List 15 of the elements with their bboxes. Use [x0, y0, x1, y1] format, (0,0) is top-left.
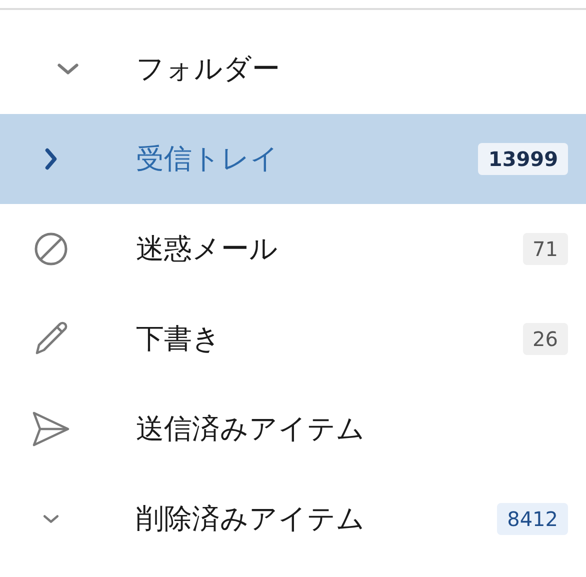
folder-name: 迷惑メール [136, 231, 278, 267]
count-badge: 8412 [497, 503, 568, 535]
send-icon [31, 409, 71, 449]
count-badge: 71 [522, 233, 568, 265]
folder-name: 受信トレイ [136, 141, 279, 177]
folder-name: 下書き [136, 321, 221, 357]
count-badge: 26 [522, 323, 568, 355]
folder-item[interactable]: 受信トレイ 13999 [0, 114, 586, 204]
block-icon [33, 231, 69, 267]
folder-name: 送信済みアイテム [136, 411, 365, 447]
folders-header[interactable]: フォルダー [0, 10, 586, 114]
pencil-icon [33, 321, 69, 357]
count-badge: 13999 [478, 143, 568, 175]
header-label: フォルダー [136, 51, 280, 87]
folder-name: 削除済みアイテム [136, 501, 365, 537]
